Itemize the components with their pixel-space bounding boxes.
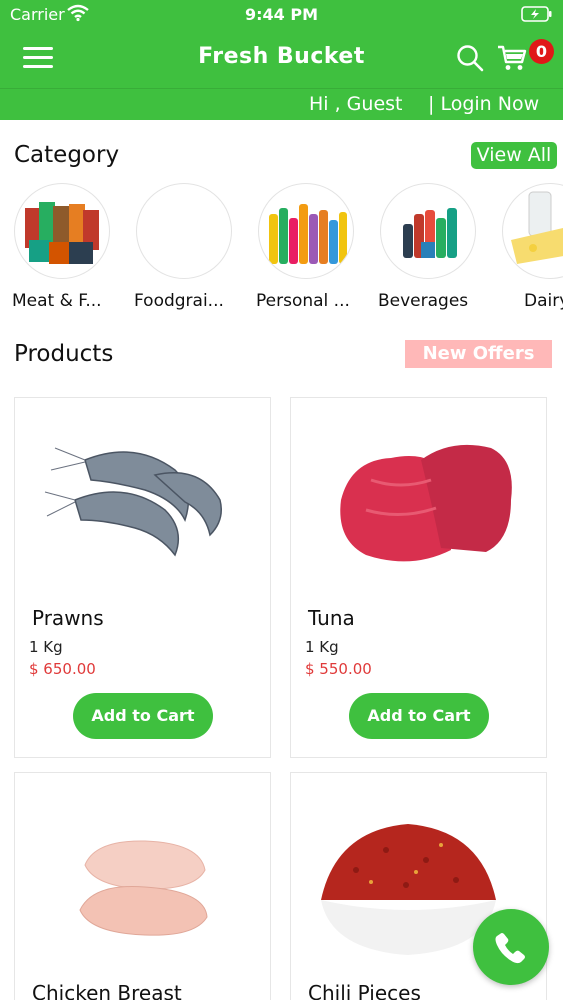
- product-image: [79, 840, 208, 936]
- category-label: Dairy: [524, 291, 563, 311]
- product-quantity: 1 Kg: [29, 638, 63, 656]
- status-bar: Carrier 9:44 PM: [0, 0, 563, 30]
- product-name: Prawns: [32, 606, 104, 630]
- category-image: [502, 183, 563, 279]
- product-image: [44, 447, 222, 557]
- product-card-chicken-breast[interactable]: Chicken Breast: [14, 772, 271, 1000]
- guest-bar: Hi , Guest | Login Now: [0, 88, 563, 120]
- cart-icon[interactable]: [497, 44, 527, 72]
- app-header: Fresh Bucket: [0, 30, 563, 88]
- add-to-cart-button[interactable]: Add to Cart: [349, 693, 489, 739]
- add-to-cart-button[interactable]: Add to Cart: [73, 693, 213, 739]
- category-label: Meat & F...: [12, 291, 102, 311]
- guest-greeting: Hi , Guest: [309, 93, 403, 115]
- call-button[interactable]: [473, 909, 549, 985]
- product-card-tuna[interactable]: Tuna 1 Kg $ 550.00 Add to Cart: [290, 397, 547, 758]
- new-offers-button[interactable]: New Offers: [405, 340, 552, 368]
- category-image: [136, 183, 232, 279]
- product-name: Chili Pieces: [308, 981, 421, 1000]
- category-label: Foodgrai...: [134, 291, 224, 311]
- product-quantity: 1 Kg: [305, 638, 339, 656]
- login-link[interactable]: | Login Now: [428, 93, 539, 115]
- view-all-button[interactable]: View All: [471, 142, 557, 169]
- product-name: Tuna: [308, 606, 355, 630]
- phone-icon: [495, 933, 525, 964]
- product-price: $ 550.00: [305, 660, 372, 678]
- category-label: Beverages: [378, 291, 469, 311]
- product-price: $ 650.00: [29, 660, 96, 678]
- category-label: Personal ...: [256, 291, 350, 311]
- products-title: Products: [14, 341, 114, 367]
- category-image: [258, 183, 354, 279]
- category-list: Meat & F... Foodgrai... Personal ... Bev…: [0, 183, 563, 318]
- category-title: Category: [14, 142, 120, 168]
- search-icon[interactable]: [456, 44, 484, 72]
- clock: 9:44 PM: [244, 5, 318, 24]
- product-image: [340, 444, 512, 562]
- product-card-prawns[interactable]: Prawns 1 Kg $ 650.00 Add to Cart: [14, 397, 271, 758]
- battery-icon: [521, 6, 552, 22]
- category-image: [380, 183, 476, 279]
- cart-count-badge: 0: [529, 39, 554, 64]
- product-name: Chicken Breast: [32, 981, 182, 1000]
- category-image: [14, 183, 110, 279]
